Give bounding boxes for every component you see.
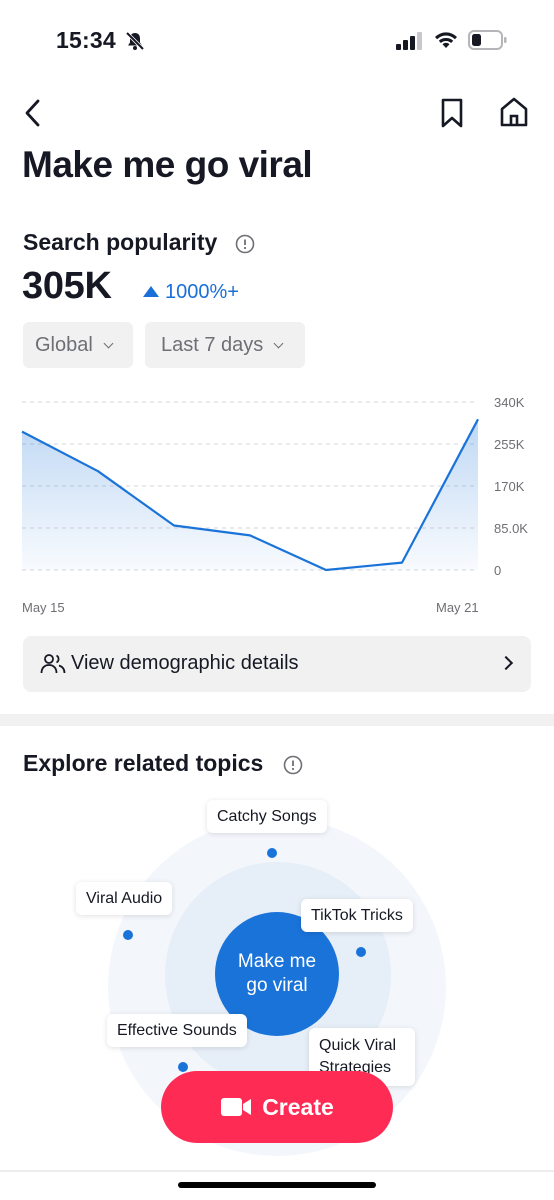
x-tick-label: May 15 <box>22 600 65 615</box>
chevron-down-icon <box>273 338 284 348</box>
related-topics-title: Explore related topics <box>23 750 264 776</box>
growth-value: 1000%+ <box>165 281 239 303</box>
people-icon <box>40 654 66 674</box>
range-filter-label: Last 7 days <box>161 333 264 356</box>
y-tick-label: 0 <box>494 563 501 578</box>
search-popularity-title: Search popularity <box>23 229 218 255</box>
home-icon[interactable] <box>498 96 530 128</box>
video-camera-icon <box>221 1098 252 1116</box>
popularity-value: 305K <box>22 265 112 307</box>
topic-viral-audio[interactable]: Viral Audio <box>76 882 173 915</box>
page-title: Make me go viral <box>22 144 313 185</box>
section-divider <box>0 714 554 726</box>
view-demographic-details-button[interactable]: View demographic details <box>23 636 531 692</box>
topic-catchy-songs[interactable]: Catchy Songs <box>207 800 327 833</box>
wifi-icon <box>435 32 457 48</box>
topic-tiktok-tricks[interactable]: TikTok Tricks <box>301 899 413 932</box>
battery-icon <box>468 30 507 50</box>
x-tick-label: May 21 <box>436 600 479 615</box>
info-icon[interactable] <box>283 755 303 775</box>
status-bar: 15:34 <box>0 0 554 80</box>
home-indicator <box>178 1182 376 1188</box>
region-filter-label: Global <box>35 333 93 356</box>
signal-icon <box>396 32 422 50</box>
range-filter[interactable]: Last 7 days <box>145 322 305 368</box>
y-tick-label: 170K <box>494 479 525 494</box>
bottom-divider <box>0 1170 554 1172</box>
up-arrow-icon <box>143 286 159 297</box>
status-time: 15:34 <box>56 27 116 53</box>
topic-dot[interactable] <box>178 1062 188 1072</box>
topic-effective-sounds[interactable]: Effective Sounds <box>107 1014 247 1047</box>
growth-indicator: 1000%+ <box>143 281 239 304</box>
bookmark-icon[interactable] <box>438 97 466 129</box>
chevron-right-icon <box>498 655 514 671</box>
create-button[interactable]: Create <box>161 1071 393 1143</box>
info-icon[interactable] <box>235 234 255 254</box>
chevron-down-icon <box>103 338 114 348</box>
topic-dot[interactable] <box>123 930 133 940</box>
bell-off-icon <box>125 31 145 51</box>
demographic-details-label: View demographic details <box>71 652 299 674</box>
region-filter[interactable]: Global <box>23 322 133 368</box>
topic-dot[interactable] <box>267 848 277 858</box>
topic-dot[interactable] <box>356 947 366 957</box>
y-tick-label: 85.0K <box>494 521 528 536</box>
y-tick-label: 255K <box>494 437 525 452</box>
popularity-chart: 340K 255K 170K 85.0K 0 <box>21 395 528 578</box>
y-tick-label: 340K <box>494 395 525 410</box>
back-button[interactable] <box>20 96 50 130</box>
create-button-label: Create <box>262 1093 334 1120</box>
